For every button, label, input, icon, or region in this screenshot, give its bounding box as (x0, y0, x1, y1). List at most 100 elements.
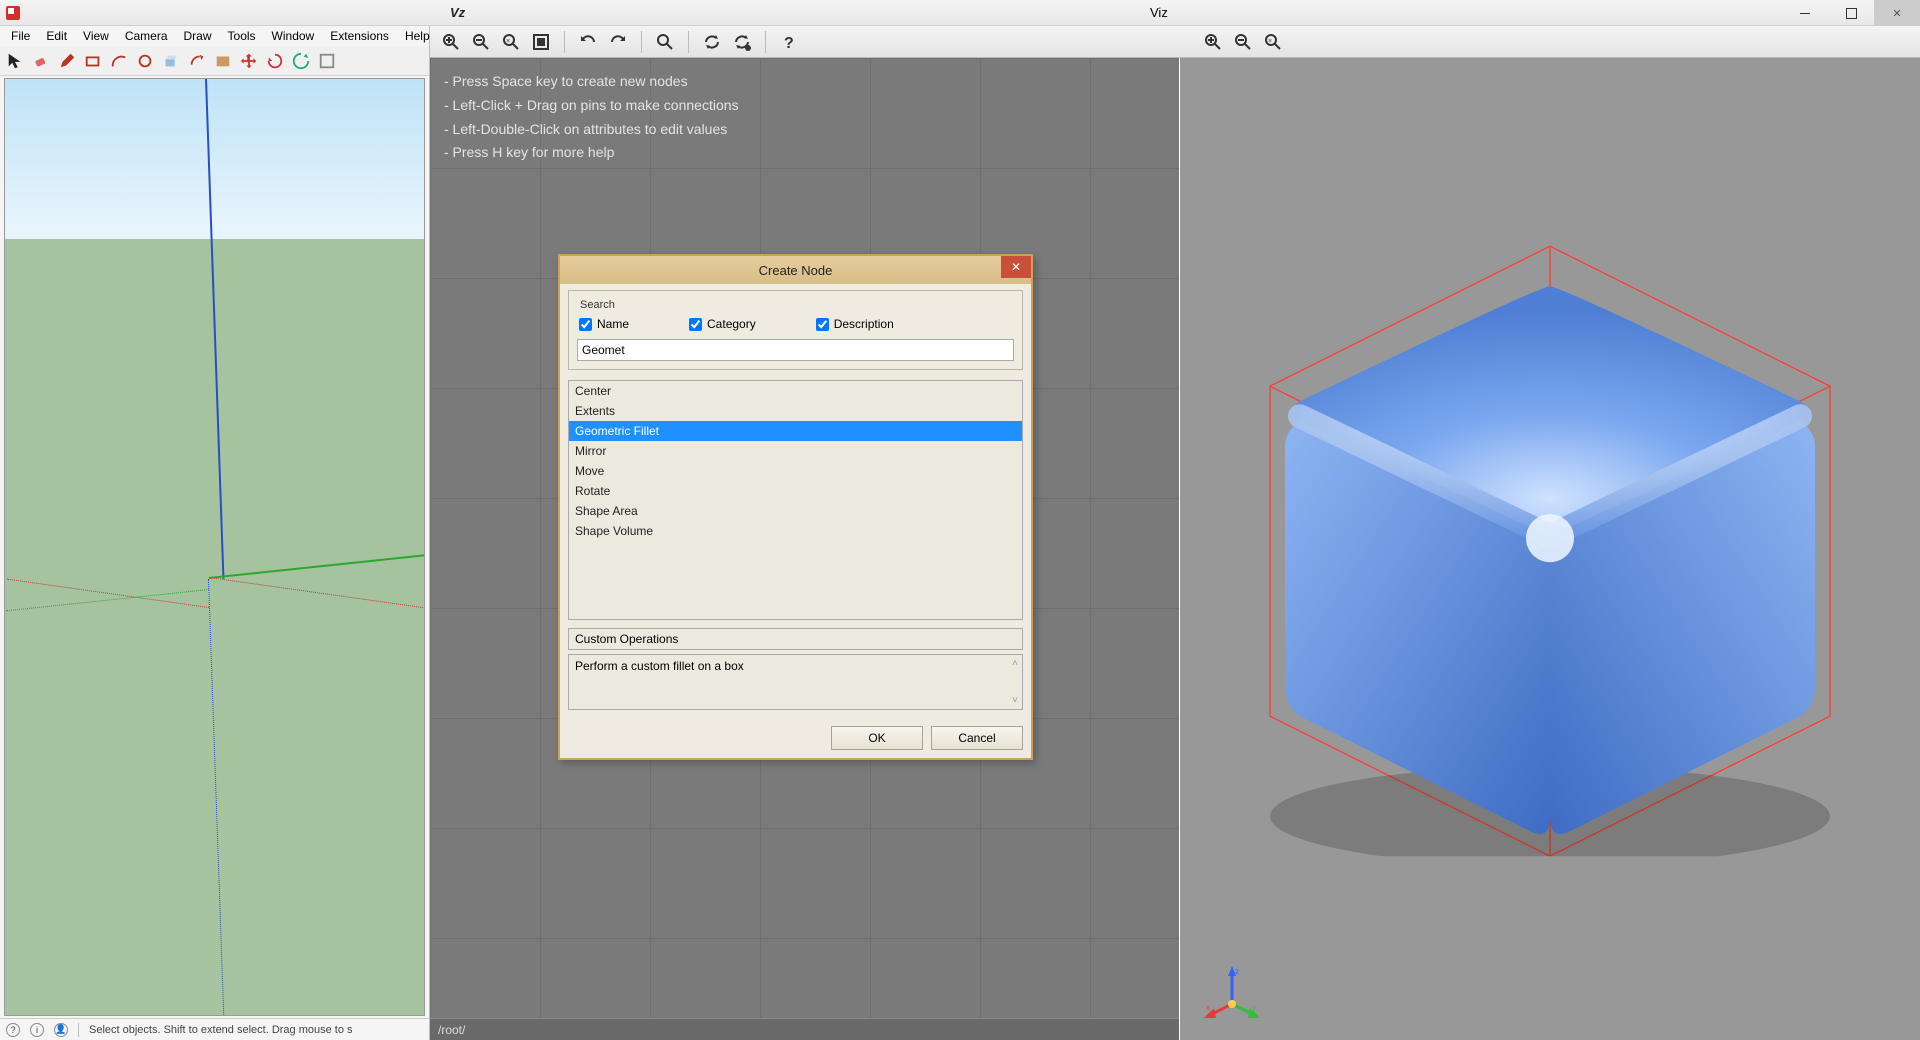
search-icon[interactable] (652, 29, 678, 55)
rendered-cube (1240, 216, 1860, 856)
search-fieldset: Search Name Category Description (568, 290, 1023, 370)
zoom-in-icon[interactable] (438, 29, 464, 55)
checkbox-name-input[interactable] (579, 318, 592, 331)
dialog-titlebar[interactable]: Create Node ✕ (560, 256, 1031, 284)
rectangle-tool-icon[interactable] (81, 49, 105, 73)
result-item[interactable]: Shape Area (569, 501, 1022, 521)
result-item[interactable]: Geometric Fillet (569, 421, 1022, 441)
search-fieldset-label: Search (577, 299, 618, 311)
menu-tools[interactable]: Tools (221, 27, 263, 45)
category-text: Custom Operations (575, 632, 678, 646)
menu-draw[interactable]: Draw (177, 27, 219, 45)
window-close-button[interactable] (1874, 0, 1920, 26)
zoom-fit-icon[interactable]: × (498, 29, 524, 55)
menu-view[interactable]: View (76, 27, 116, 45)
help-icon[interactable]: ? (776, 29, 802, 55)
scroll-down-icon[interactable]: ˅ (1012, 695, 1018, 706)
dialog-close-button[interactable]: ✕ (1001, 256, 1031, 278)
extra-tool-icon[interactable] (315, 49, 339, 73)
menu-window[interactable]: Window (265, 27, 322, 45)
checkbox-category[interactable]: Category (689, 317, 756, 331)
arc-tool-icon[interactable] (107, 49, 131, 73)
scale-tool-icon[interactable] (289, 49, 313, 73)
menu-bar: File Edit View Camera Draw Tools Window … (0, 26, 429, 46)
checkbox-category-label: Category (707, 317, 756, 331)
circle-tool-icon[interactable] (133, 49, 157, 73)
sketchup-pane: File Edit View Camera Draw Tools Window … (0, 26, 430, 1040)
checkbox-description[interactable]: Description (816, 317, 894, 331)
hint-line: - Press Space key to create new nodes (444, 70, 739, 94)
description-text: Perform a custom fillet on a box (575, 659, 744, 673)
category-box: Custom Operations (568, 628, 1023, 650)
window-titlebar: Vz Viz (0, 0, 1920, 26)
checkbox-name-label: Name (597, 317, 629, 331)
svg-text:x: x (1206, 1003, 1210, 1012)
checkbox-description-input[interactable] (816, 318, 829, 331)
menu-edit[interactable]: Edit (39, 27, 74, 45)
checkbox-category-input[interactable] (689, 318, 702, 331)
result-item[interactable]: Mirror (569, 441, 1022, 461)
menu-extensions[interactable]: Extensions (323, 27, 396, 45)
render-zoom-out-icon[interactable] (1230, 29, 1256, 55)
move-tool-icon[interactable] (237, 49, 261, 73)
pushpull-tool-icon[interactable] (159, 49, 183, 73)
undo-icon[interactable] (575, 29, 601, 55)
render-viewport[interactable]: z y x (1180, 58, 1920, 1040)
svg-text:y: y (1252, 1003, 1256, 1012)
svg-text:×: × (506, 38, 510, 45)
dialog-title: Create Node (759, 263, 833, 278)
window-minimize-button[interactable] (1782, 0, 1828, 26)
select-tool-icon[interactable] (3, 49, 27, 73)
offset-tool-icon[interactable] (185, 49, 209, 73)
ok-button[interactable]: OK (831, 726, 923, 750)
menu-camera[interactable]: Camera (118, 27, 175, 45)
axes-gizmo-icon[interactable]: z y x (1202, 964, 1262, 1024)
viz-toolbar: × ? × (430, 26, 1920, 58)
checkbox-description-label: Description (834, 317, 894, 331)
scroll-up-icon[interactable]: ˄ (1012, 658, 1018, 669)
redo-icon[interactable] (605, 29, 631, 55)
zoom-out-icon[interactable] (468, 29, 494, 55)
refresh-icon[interactable] (699, 29, 725, 55)
node-path-bar: /root/ (430, 1018, 1179, 1040)
pencil-tool-icon[interactable] (55, 49, 79, 73)
refresh-all-icon[interactable] (729, 29, 755, 55)
render-zoom-fit-icon[interactable]: × (1260, 29, 1286, 55)
search-input[interactable] (577, 339, 1014, 361)
cancel-button[interactable]: Cancel (931, 726, 1023, 750)
create-node-dialog: Create Node ✕ Search Name Category Descr… (558, 254, 1033, 760)
svg-text:z: z (1235, 967, 1239, 976)
description-box: Perform a custom fillet on a box ˄ ˅ (568, 654, 1023, 710)
node-path-text: /root/ (438, 1023, 465, 1037)
svg-text:×: × (1268, 38, 1272, 45)
render-zoom-in-icon[interactable] (1200, 29, 1226, 55)
canvas-hints: - Press Space key to create new nodes - … (444, 70, 739, 165)
result-item[interactable]: Extents (569, 401, 1022, 421)
results-list[interactable]: CenterExtentsGeometric FilletMirrorMoveR… (568, 380, 1023, 620)
sketchup-viewport[interactable] (4, 78, 425, 1016)
result-item[interactable]: Center (569, 381, 1022, 401)
status-info-icon[interactable]: i (30, 1023, 44, 1037)
checkbox-name[interactable]: Name (579, 317, 629, 331)
sketchup-app-icon (6, 6, 20, 20)
eraser-tool-icon[interactable] (29, 49, 53, 73)
hint-line: - Left-Double-Click on attributes to edi… (444, 118, 739, 142)
result-item[interactable]: Move (569, 461, 1022, 481)
rotate-tool-icon[interactable] (263, 49, 287, 73)
menu-file[interactable]: File (4, 27, 37, 45)
frame-icon[interactable] (528, 29, 554, 55)
viz-window-title: Viz (1150, 5, 1168, 20)
status-help-icon[interactable]: ? (6, 1023, 20, 1037)
sketchup-toolbar (0, 46, 429, 76)
result-item[interactable]: Rotate (569, 481, 1022, 501)
window-maximize-button[interactable] (1828, 0, 1874, 26)
book-tool-icon[interactable] (211, 49, 235, 73)
hint-line: - Left-Click + Drag on pins to make conn… (444, 94, 739, 118)
svg-text:?: ? (784, 35, 794, 52)
status-user-icon[interactable]: 👤 (54, 1023, 68, 1037)
status-bar: ? i 👤 Select objects. Shift to extend se… (0, 1018, 429, 1040)
hint-line: - Press H key for more help (444, 141, 739, 165)
status-text: Select objects. Shift to extend select. … (89, 1024, 353, 1036)
sky-background (5, 79, 424, 239)
result-item[interactable]: Shape Volume (569, 521, 1022, 541)
